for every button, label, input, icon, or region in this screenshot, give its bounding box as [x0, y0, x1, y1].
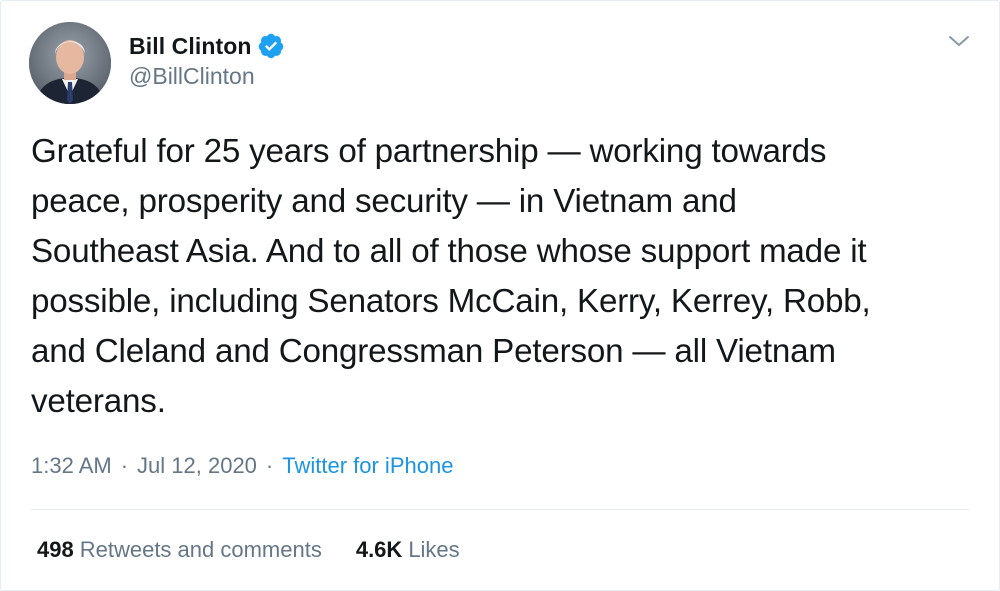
divider [31, 509, 969, 510]
tweet-source-link[interactable]: Twitter for iPhone [282, 453, 453, 479]
meta-separator: · [265, 453, 274, 478]
verified-badge-icon [257, 32, 285, 60]
likes-label: Likes [408, 537, 460, 562]
tweet-card: Bill Clinton @BillClinton Grateful for 2… [0, 0, 1000, 591]
retweets-stat[interactable]: 498 Retweets and comments [37, 537, 322, 563]
likes-count: 4.6K [355, 537, 403, 562]
tweet-stats: 498 Retweets and comments 4.6K Likes [37, 537, 460, 563]
likes-stat[interactable]: 4.6K Likes [356, 537, 460, 563]
user-handle[interactable]: @BillClinton [129, 63, 255, 90]
tweet-meta: 1:32 AM · Jul 12, 2020 · Twitter for iPh… [31, 453, 453, 479]
tweet-time[interactable]: 1:32 AM [31, 453, 112, 479]
meta-separator: · [120, 453, 129, 478]
retweets-count: 498 [37, 537, 74, 562]
avatar[interactable] [29, 22, 111, 104]
author-row: Bill Clinton [129, 29, 285, 63]
retweets-label: Retweets and comments [79, 537, 322, 562]
display-name[interactable]: Bill Clinton [129, 33, 252, 60]
tweet-text: Grateful for 25 years of partnership — w… [31, 133, 871, 420]
chevron-down-icon[interactable] [945, 31, 973, 51]
tweet-date[interactable]: Jul 12, 2020 [137, 453, 257, 479]
